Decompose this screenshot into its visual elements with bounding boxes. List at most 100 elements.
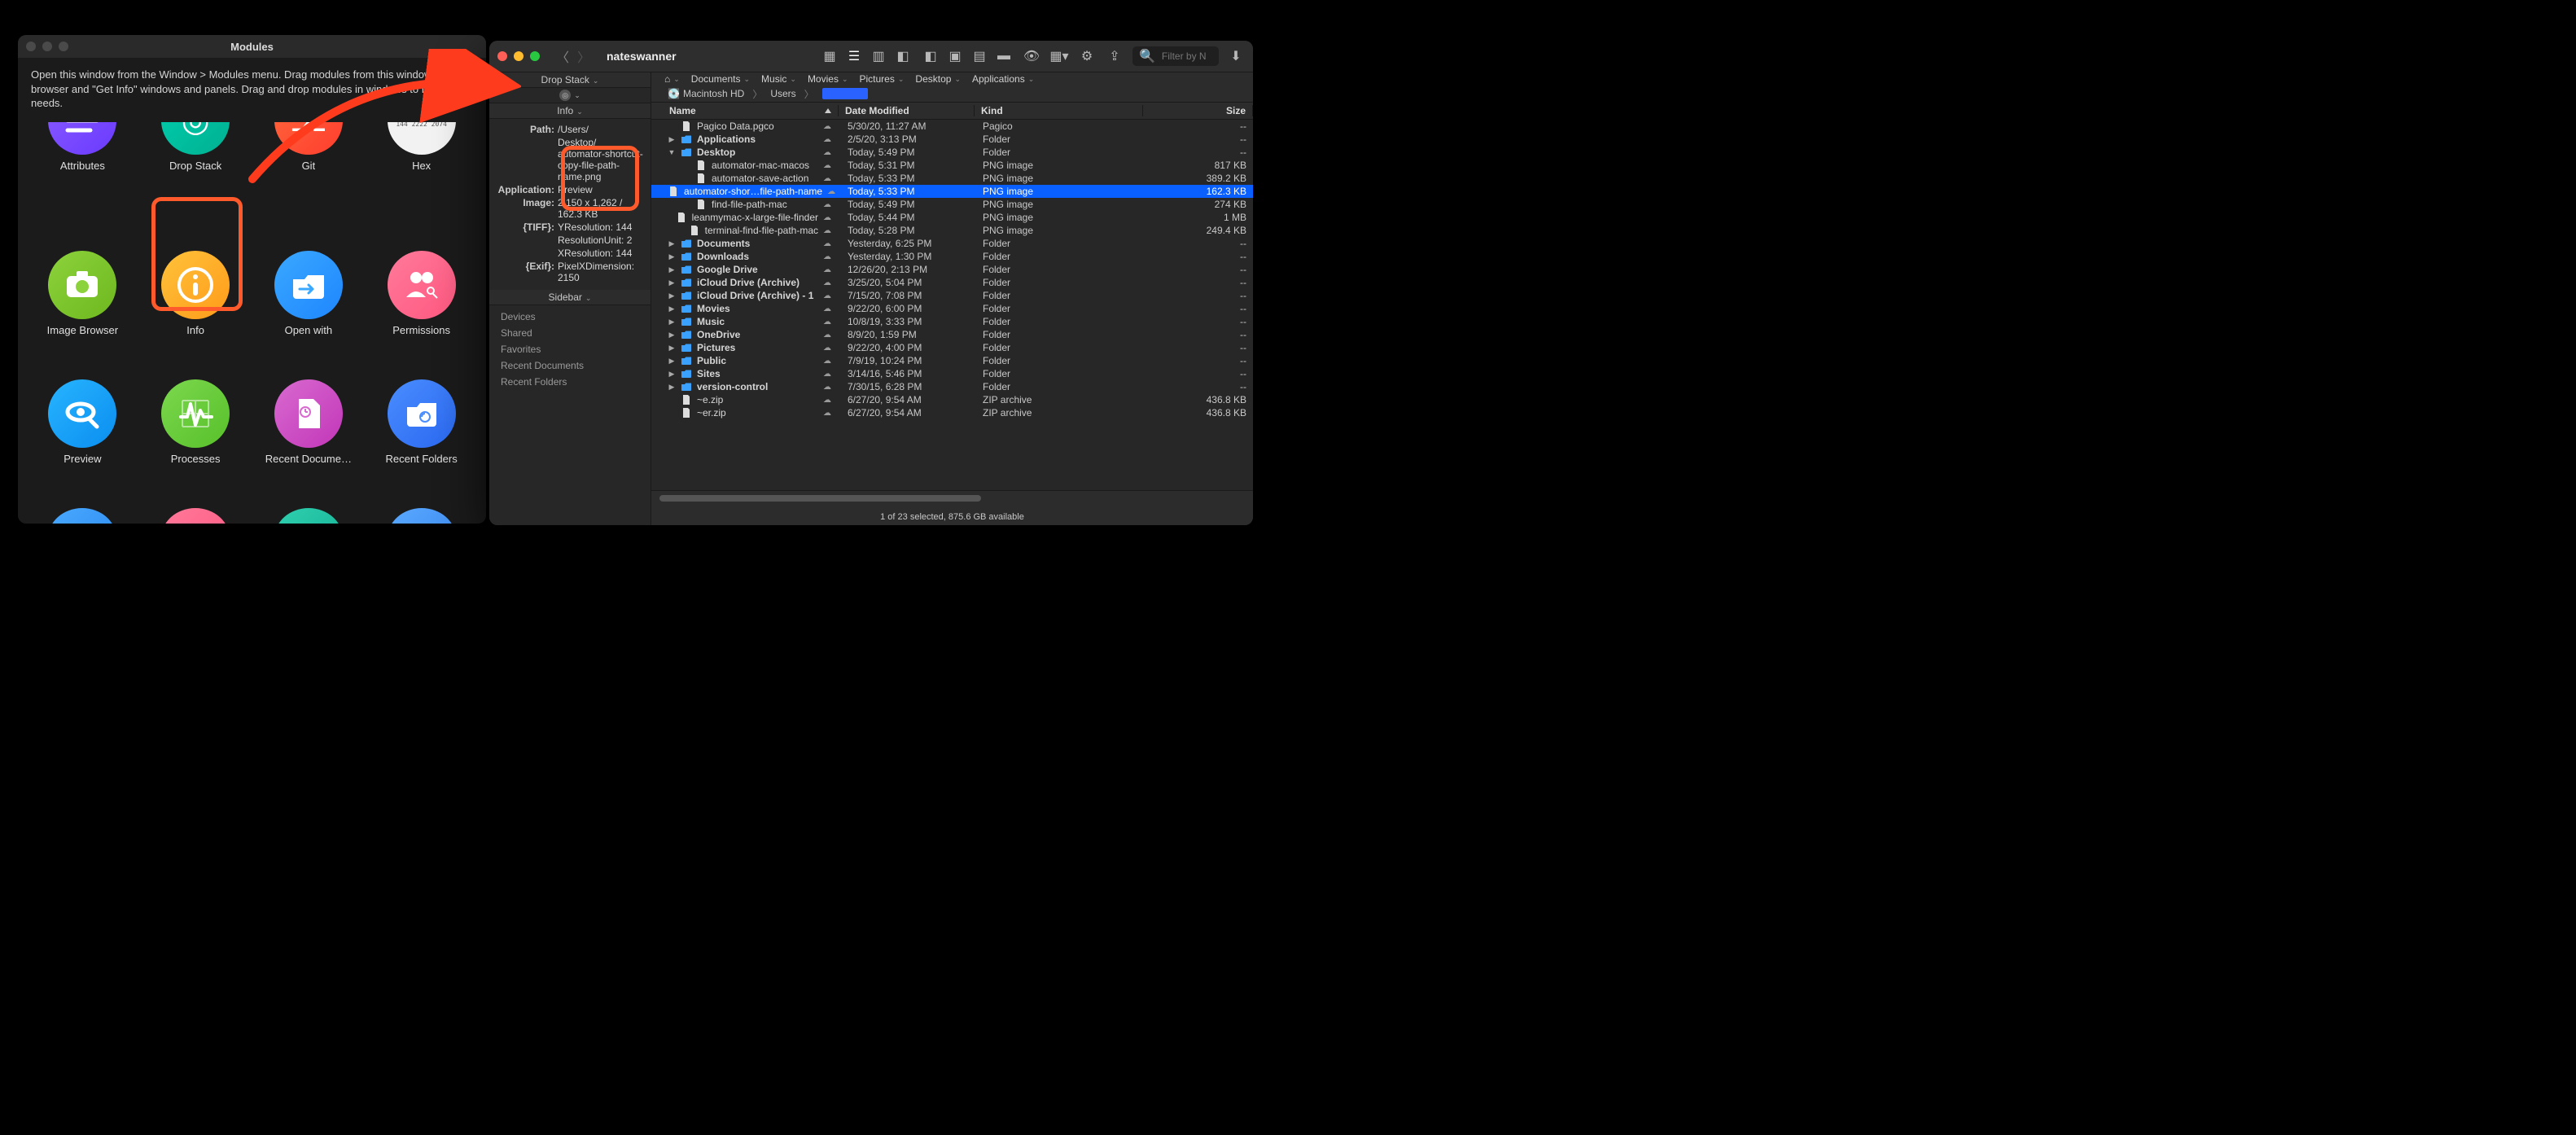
module-hex[interactable]: 108 616c 743d144 2222 2074 Hex [365, 122, 478, 243]
sidebar-item[interactable]: Recent Documents [489, 357, 651, 374]
info-header[interactable]: Info⌄ [489, 103, 651, 119]
horizontal-scrollbar[interactable] [659, 495, 1245, 502]
disclosure-icon[interactable]: ▶ [668, 278, 676, 287]
pane-1-icon[interactable]: ◧ [921, 47, 940, 65]
disclosure-icon[interactable]: ▶ [668, 357, 676, 366]
col-size[interactable]: Size [1143, 105, 1253, 116]
fav-applications[interactable]: Applications ⌄ [972, 73, 1034, 85]
download-icon[interactable]: ⬇︎ [1227, 47, 1245, 65]
module-permissions[interactable]: Permissions [365, 251, 478, 371]
module-recent-documents[interactable]: Recent Docume… [252, 379, 366, 500]
disclosure-icon[interactable]: ▶ [668, 344, 676, 353]
file-row[interactable]: ▶Applications☁︎2/5/20, 3:13 PMFolder-- [651, 133, 1253, 146]
module-open-with[interactable]: Open with [252, 251, 366, 371]
col-name[interactable]: Name [651, 105, 839, 116]
home-icon[interactable]: ⌂ ⌄ [664, 73, 680, 85]
file-row[interactable]: ▶Pictures☁︎9/22/20, 4:00 PMFolder-- [651, 341, 1253, 354]
module-drop-stack[interactable]: ◎ Drop Stack [139, 122, 252, 243]
module-partial-2[interactable] [139, 508, 252, 524]
disclosure-icon[interactable]: ▶ [668, 239, 676, 248]
list-view-icon[interactable]: ☰ [844, 47, 864, 65]
close-button[interactable] [497, 51, 507, 61]
disclosure-icon[interactable]: ▶ [668, 265, 676, 274]
sidebar-item[interactable]: Favorites [489, 341, 651, 357]
fav-movies[interactable]: Movies ⌄ [808, 73, 848, 85]
disclosure-icon[interactable]: ▶ [668, 291, 676, 300]
module-attributes[interactable]: Attributes [26, 122, 139, 243]
crumb-users[interactable]: Users [770, 88, 795, 99]
file-row[interactable]: find-file-path-mac☁︎Today, 5:49 PMPNG im… [651, 198, 1253, 211]
fav-music[interactable]: Music ⌄ [761, 73, 796, 85]
preview-toggle-icon[interactable]: 👁 [1022, 47, 1041, 65]
fav-desktop[interactable]: Desktop ⌄ [915, 73, 961, 85]
icon-view-icon[interactable]: ▦ [820, 47, 839, 65]
sidebar-item[interactable]: Recent Folders [489, 374, 651, 390]
share-icon[interactable]: ⇪ [1105, 47, 1124, 65]
module-partial-3[interactable]: KB [252, 508, 366, 524]
get-more-button[interactable]: Get … [428, 79, 475, 95]
group-icon[interactable]: ▦▾ [1049, 47, 1069, 65]
file-row[interactable]: ▶Movies☁︎9/22/20, 6:00 PMFolder-- [651, 302, 1253, 315]
module-partial-1[interactable] [26, 508, 139, 524]
column-view-icon[interactable]: ▥ [869, 47, 888, 65]
module-git[interactable]: ⎇ Git [252, 122, 366, 243]
fav-documents[interactable]: Documents ⌄ [691, 73, 750, 85]
module-processes[interactable]: Processes [139, 379, 252, 500]
module-recent-folders[interactable]: Recent Folders [365, 379, 478, 500]
col-kind[interactable]: Kind [975, 105, 1143, 116]
pane-2-icon[interactable]: ▣ [945, 47, 965, 65]
gallery-view-icon[interactable]: ◧ [893, 47, 913, 65]
file-row[interactable]: terminal-find-file-path-mac☁︎Today, 5:28… [651, 224, 1253, 237]
drop-stack[interactable]: ◎ ⌄ [489, 88, 651, 103]
file-row[interactable]: ▶version-control☁︎7/30/15, 6:28 PMFolder… [651, 380, 1253, 393]
sidebar-header[interactable]: Sidebar⌄ [489, 290, 651, 305]
file-row[interactable]: ▼Desktop☁︎Today, 5:49 PMFolder-- [651, 146, 1253, 159]
file-row[interactable]: ▶Downloads☁︎Yesterday, 1:30 PMFolder-- [651, 250, 1253, 263]
disclosure-icon[interactable]: ▶ [668, 370, 676, 379]
col-date[interactable]: Date Modified [839, 105, 975, 116]
file-row[interactable]: ▶iCloud Drive (Archive) - 1☁︎7/15/20, 7:… [651, 289, 1253, 302]
drop-stack-header[interactable]: Drop Stack⌄ [489, 72, 651, 88]
file-row[interactable]: ▶iCloud Drive (Archive)☁︎3/25/20, 5:04 P… [651, 276, 1253, 289]
file-row[interactable]: automator-save-action☁︎Today, 5:33 PMPNG… [651, 172, 1253, 185]
file-row[interactable]: ▶OneDrive☁︎8/9/20, 1:59 PMFolder-- [651, 328, 1253, 341]
file-row[interactable]: automator-mac-macos☁︎Today, 5:31 PMPNG i… [651, 159, 1253, 172]
search-field[interactable]: 🔍 [1132, 46, 1219, 66]
file-row[interactable]: ~e.zip☁︎6/27/20, 9:54 AMZIP archive436.8… [651, 393, 1253, 406]
close-button[interactable] [26, 42, 36, 51]
disclosure-icon[interactable]: ▶ [668, 383, 676, 392]
module-partial-4[interactable] [365, 508, 478, 524]
disclosure-icon[interactable]: ▶ [668, 331, 676, 340]
module-image-browser[interactable]: Image Browser [26, 251, 139, 371]
file-row[interactable]: ▶Google Drive☁︎12/26/20, 2:13 PMFolder-- [651, 263, 1253, 276]
disclosure-icon[interactable]: ▶ [668, 318, 676, 326]
zoom-button[interactable] [59, 42, 68, 51]
file-row[interactable]: Pagico Data.pgco☁︎5/30/20, 11:27 AMPagic… [651, 120, 1253, 133]
forward-button[interactable]: 〉 [574, 47, 594, 65]
sidebar-item[interactable]: Devices [489, 309, 651, 325]
fav-pictures[interactable]: Pictures ⌄ [860, 73, 905, 85]
disclosure-icon[interactable]: ▼ [668, 148, 676, 156]
module-info[interactable]: Info [139, 251, 252, 371]
disclosure-icon[interactable]: ▶ [668, 135, 676, 144]
sidebar-item[interactable]: Shared [489, 325, 651, 341]
module-preview[interactable]: Preview [26, 379, 139, 500]
minimize-button[interactable] [42, 42, 52, 51]
search-input[interactable] [1160, 50, 1209, 63]
file-row[interactable]: ▶Documents☁︎Yesterday, 6:25 PMFolder-- [651, 237, 1253, 250]
file-row[interactable]: ▶Public☁︎7/9/19, 10:24 PMFolder-- [651, 354, 1253, 367]
back-button[interactable]: 〈 [553, 47, 572, 65]
action-icon[interactable]: ⚙︎ [1077, 47, 1097, 65]
pane-4-icon[interactable]: ▬ [994, 47, 1014, 65]
file-row[interactable]: ▶Sites☁︎3/14/16, 5:46 PMFolder-- [651, 367, 1253, 380]
file-row[interactable]: leanmymac-x-large-file-finder☁︎Today, 5:… [651, 211, 1253, 224]
disclosure-icon[interactable]: ▶ [668, 305, 676, 313]
crumb-disk[interactable]: 💽 Macintosh HD [668, 88, 744, 99]
pane-3-icon[interactable]: ▤ [970, 47, 989, 65]
file-row[interactable]: ▶Music☁︎10/8/19, 3:33 PMFolder-- [651, 315, 1253, 328]
modules-titlebar[interactable]: Modules [18, 35, 486, 58]
zoom-button[interactable] [530, 51, 540, 61]
file-row[interactable]: ~er.zip☁︎6/27/20, 9:54 AMZIP archive436.… [651, 406, 1253, 419]
minimize-button[interactable] [514, 51, 524, 61]
disclosure-icon[interactable]: ▶ [668, 252, 676, 261]
